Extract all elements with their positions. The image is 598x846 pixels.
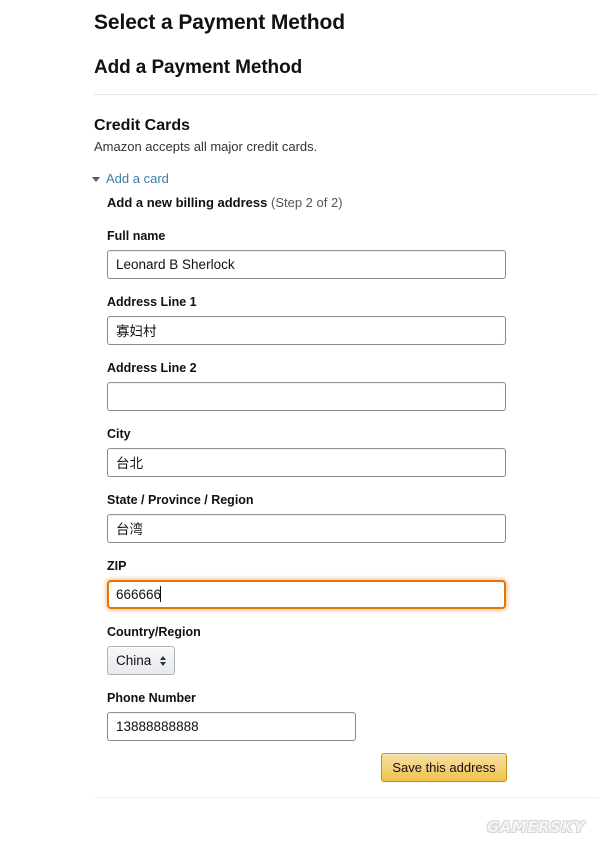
section-heading-credit-cards: Credit Cards [94, 117, 191, 134]
phone-number-input[interactable] [107, 712, 356, 741]
city-input[interactable] [107, 448, 506, 477]
billing-address-title: Add a new billing address [107, 195, 268, 210]
updown-chevron-icon [160, 655, 167, 666]
add-a-card-disclosure[interactable]: Add a card [92, 170, 169, 188]
triangle-down-icon [92, 177, 100, 182]
label-full-name: Full name [107, 229, 166, 243]
divider-top [94, 94, 598, 95]
address-line-2-input[interactable] [107, 382, 506, 411]
page-title-add-payment-method: Add a Payment Method [94, 57, 303, 78]
full-name-input[interactable] [107, 250, 506, 279]
address-line-1-input[interactable] [107, 316, 506, 345]
country-region-select[interactable]: China [107, 646, 176, 675]
billing-address-heading: Add a new billing address (Step 2 of 2) [107, 194, 343, 212]
zip-input-wrap [107, 580, 506, 609]
field-address-line-1: Address Line 1 [107, 294, 506, 345]
label-address-line-1: Address Line 1 [107, 295, 197, 309]
add-a-card-link[interactable]: Add a card [106, 170, 169, 188]
label-country-region: Country/Region [107, 625, 201, 639]
field-phone-number: Phone Number [107, 690, 356, 741]
text-cursor-icon [160, 586, 161, 602]
gamersky-watermark: GAMERSKY [487, 818, 585, 836]
field-country-region: Country/Region China [107, 624, 201, 675]
page-title-select-payment-method: Select a Payment Method [94, 11, 345, 34]
label-phone-number: Phone Number [107, 691, 196, 705]
field-full-name: Full name [107, 228, 506, 279]
field-zip: ZIP [107, 558, 506, 609]
state-province-region-input[interactable] [107, 514, 506, 543]
label-zip: ZIP [107, 559, 127, 573]
label-city: City [107, 427, 131, 441]
divider-bottom [94, 797, 598, 798]
payment-method-page: Select a Payment Method Add a Payment Me… [0, 0, 598, 846]
field-address-line-2: Address Line 2 [107, 360, 506, 411]
country-region-selected-value: China [116, 653, 152, 668]
credit-cards-subtext: Amazon accepts all major credit cards. [94, 139, 318, 154]
label-state-province-region: State / Province / Region [107, 493, 254, 507]
billing-address-step: (Step 2 of 2) [271, 195, 343, 210]
field-state-province-region: State / Province / Region [107, 492, 506, 543]
label-address-line-2: Address Line 2 [107, 361, 197, 375]
field-city: City [107, 426, 506, 477]
zip-input[interactable] [107, 580, 506, 609]
save-this-address-button[interactable]: Save this address [381, 753, 507, 782]
